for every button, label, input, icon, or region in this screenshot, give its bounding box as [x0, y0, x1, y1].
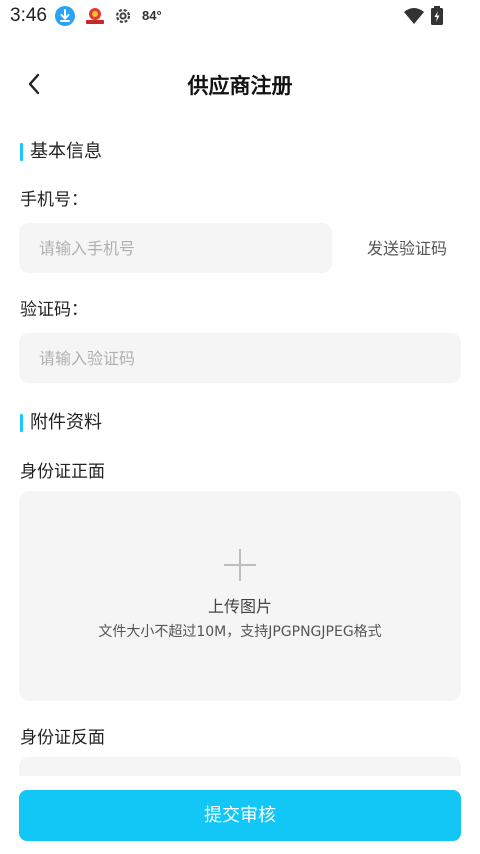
settings-gear-icon [113, 6, 133, 26]
temperature-readout: 84° [142, 8, 162, 23]
section-title-attachments: 附件资料 [20, 411, 102, 435]
phone-label: 手机号： [20, 190, 88, 210]
phone-input[interactable] [19, 223, 332, 273]
verification-code-input[interactable] [19, 333, 461, 383]
id-front-label: 身份证正面 [20, 462, 105, 482]
upload-hint: 文件大小不超过10M，支持JPGPNGJPEG格式 [98, 624, 382, 640]
page-title: 供应商注册 [187, 74, 293, 98]
upload-label: 上传图片 [207, 597, 272, 616]
wifi-icon [403, 6, 424, 26]
section-title-basic-info: 基本信息 [20, 140, 102, 164]
id-back-label: 身份证反面 [20, 728, 105, 748]
id-front-upload-area[interactable]: 上传图片 文件大小不超过10M，支持JPGPNGJPEG格式 [19, 491, 461, 701]
battery-charging-icon [430, 6, 444, 26]
nav-bar: 供应商注册 [0, 58, 480, 110]
submit-review-button[interactable]: 提交审核 [19, 790, 461, 841]
plus-icon [224, 549, 256, 581]
status-bar: 3:46 84° [0, 0, 480, 32]
status-time: 3:46 [10, 5, 47, 26]
send-code-button[interactable]: 发送验证码 [352, 236, 462, 262]
download-icon [55, 6, 75, 26]
code-label: 验证码： [20, 300, 88, 320]
app-badge-icon [84, 6, 104, 26]
